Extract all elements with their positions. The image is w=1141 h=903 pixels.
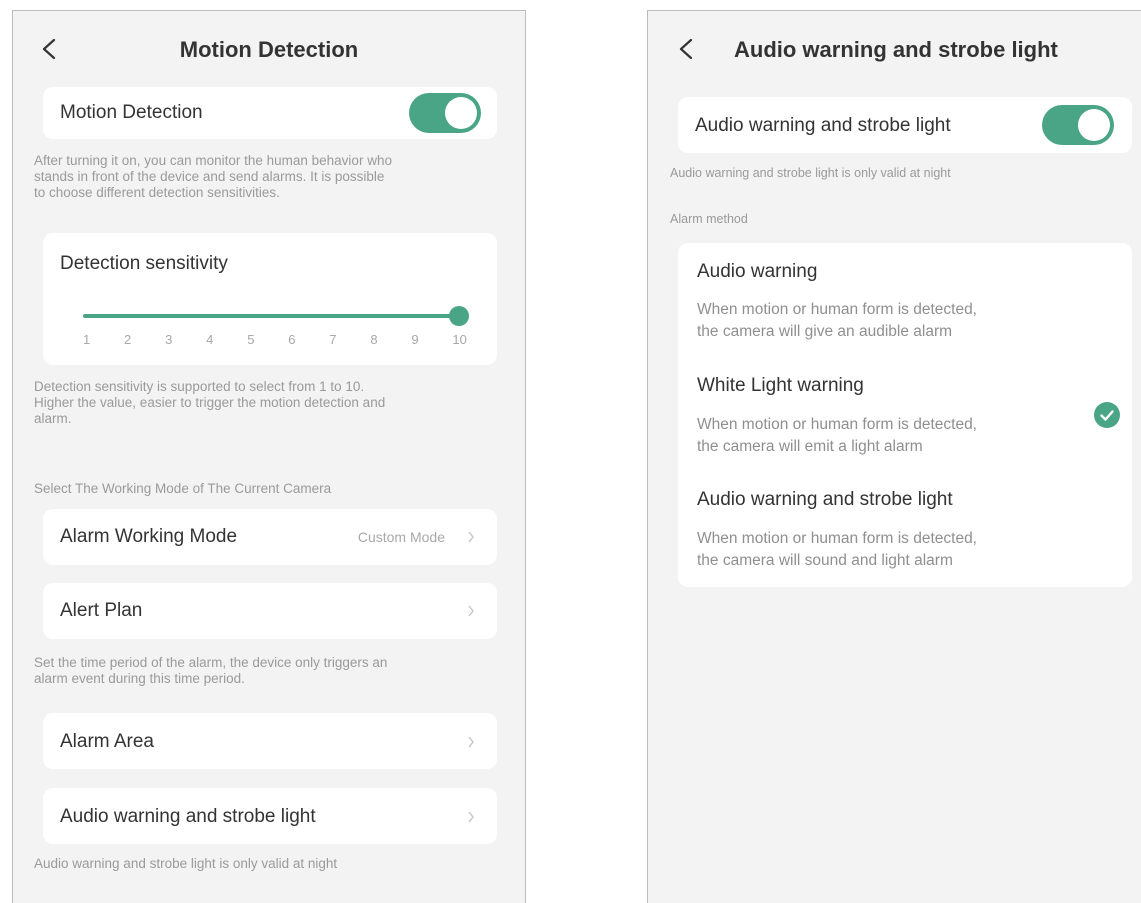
motion-detection-row: Motion Detection	[43, 87, 497, 139]
tick-label: 2	[124, 332, 132, 347]
note-line: to choose different detection sensitivit…	[34, 185, 280, 200]
tick-label: 9	[411, 332, 419, 347]
back-arrow-icon[interactable]	[678, 39, 696, 59]
desc-line: When motion or human form is detected,	[697, 301, 977, 318]
page-title: Motion Detection	[179, 37, 359, 62]
motion-detection-screen: Motion Detection Motion Detection After …	[12, 10, 526, 903]
tick-label: 7	[329, 332, 337, 347]
working-mode-header: Select The Working Mode of The Current C…	[34, 481, 332, 496]
note-line: After turning it on, you can monitor the…	[34, 153, 392, 168]
alert-plan-row[interactable]: Alert Plan	[43, 583, 497, 639]
toggle-knob	[1078, 109, 1110, 141]
nav-bar: Motion Detection	[13, 27, 525, 71]
audio-strobe-row[interactable]: Audio warning and strobe light	[43, 788, 497, 844]
alert-plan-note: Set the time period of the alarm, the de…	[34, 655, 387, 687]
alarm-method-list: Audio warning When motion or human form …	[678, 243, 1132, 587]
tick-label: 8	[370, 332, 378, 347]
audio-strobe-label: Audio warning and strobe light	[60, 806, 316, 827]
desc-line: When motion or human form is detected,	[697, 530, 977, 547]
alarm-working-mode-row[interactable]: Alarm Working Mode Custom Mode	[43, 509, 497, 565]
note-line: stands in front of the device and send a…	[34, 169, 385, 184]
note-line: alarm event during this time period.	[34, 671, 245, 686]
alarm-area-label: Alarm Area	[60, 731, 154, 752]
chevron-right-icon	[468, 605, 474, 617]
tick-label: 3	[165, 332, 173, 347]
note-line: alarm.	[34, 411, 72, 426]
tick-label: 4	[206, 332, 214, 347]
motion-detection-note: After turning it on, you can monitor the…	[34, 153, 392, 201]
detection-sensitivity-card: Detection sensitivity 1 2 3 4 5 6 7 8 9 …	[43, 233, 497, 365]
tick-label: 10	[452, 332, 467, 347]
audio-strobe-toggle-label: Audio warning and strobe light	[695, 115, 951, 136]
alarm-working-mode-label: Alarm Working Mode	[60, 526, 238, 547]
note-line: Set the time period of the alarm, the de…	[34, 655, 388, 670]
option-description: When motion or human form is detected, t…	[697, 299, 977, 343]
desc-line: When motion or human form is detected,	[697, 416, 977, 433]
option-title: Audio warning	[697, 261, 818, 282]
alarm-method-header: Alarm method	[670, 212, 748, 226]
audio-strobe-toggle[interactable]	[1042, 105, 1114, 145]
alarm-working-mode-value: Custom Mode	[357, 529, 445, 545]
note-line: Higher the value, easier to trigger the …	[34, 395, 386, 410]
chevron-right-icon	[468, 736, 474, 748]
tick-label: 6	[288, 332, 296, 347]
option-title: White Light warning	[697, 375, 864, 396]
chevron-right-icon	[468, 531, 474, 543]
tick-label: 5	[247, 332, 255, 347]
sensitivity-ticks: 1 2 3 4 5 6 7 8 9 10	[83, 332, 467, 347]
detection-sensitivity-label: Detection sensitivity	[60, 253, 228, 274]
motion-detection-toggle[interactable]	[409, 93, 481, 133]
audio-strobe-night-note: Audio warning and strobe light is only v…	[34, 856, 338, 871]
desc-line: the camera will sound and light alarm	[697, 552, 953, 569]
sensitivity-slider-track[interactable]	[83, 314, 461, 318]
desc-line: the camera will give an audible alarm	[697, 323, 953, 340]
selected-check-icon	[1094, 402, 1120, 428]
option-description: When motion or human form is detected, t…	[697, 528, 977, 572]
motion-detection-label: Motion Detection	[60, 102, 203, 123]
desc-line: the camera will emit a light alarm	[697, 438, 923, 455]
alert-plan-label: Alert Plan	[60, 600, 143, 621]
audio-strobe-screen: Audio warning and strobe light Audio war…	[647, 10, 1141, 903]
tick-label: 1	[83, 332, 91, 347]
option-description: When motion or human form is detected, t…	[697, 414, 977, 458]
nav-bar: Audio warning and strobe light	[648, 27, 1141, 71]
chevron-right-icon	[468, 811, 474, 823]
toggle-knob	[445, 97, 477, 129]
page-title: Audio warning and strobe light	[734, 37, 1058, 62]
night-only-note: Audio warning and strobe light is only v…	[670, 166, 951, 180]
option-title: Audio warning and strobe light	[697, 489, 953, 510]
sensitivity-note: Detection sensitivity is supported to se…	[34, 379, 385, 427]
sensitivity-slider-thumb[interactable]	[449, 306, 469, 326]
audio-strobe-toggle-row: Audio warning and strobe light	[678, 97, 1132, 153]
alarm-area-row[interactable]: Alarm Area	[43, 713, 497, 769]
note-line: Detection sensitivity is supported to se…	[34, 379, 365, 394]
